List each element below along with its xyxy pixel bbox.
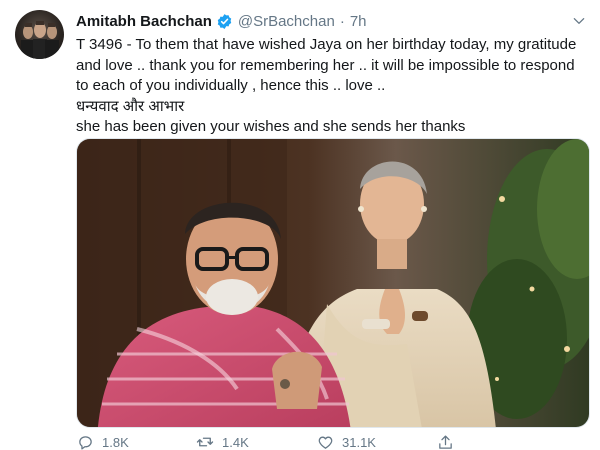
author-handle[interactable]: @SrBachchan <box>238 13 335 30</box>
tweet-actions: 1.8K 1.4K 31.1K <box>76 432 576 450</box>
retweet-button[interactable]: 1.4K <box>196 433 316 450</box>
reply-button[interactable]: 1.8K <box>76 433 196 450</box>
tweet-text-hindi: धन्यवाद और आभार <box>76 97 185 115</box>
like-count: 31.1K <box>342 434 376 450</box>
heart-icon <box>316 433 334 450</box>
tweet-card[interactable]: Amitabh Bachchan @SrBachchan · 7h T 3496… <box>0 0 600 450</box>
share-button[interactable] <box>436 433 556 450</box>
reply-count: 1.8K <box>102 434 129 450</box>
share-icon <box>436 433 454 450</box>
like-button[interactable]: 31.1K <box>316 433 436 450</box>
chevron-down-icon[interactable] <box>570 12 588 30</box>
tweet-text-line: she has been given your wishes and she s… <box>76 118 466 135</box>
reply-icon <box>76 433 94 450</box>
tweet-timestamp[interactable]: 7h <box>350 13 367 30</box>
header-separator: · <box>339 12 345 30</box>
avatar[interactable] <box>15 10 64 59</box>
verified-badge-icon <box>216 13 233 30</box>
retweet-icon <box>196 433 214 450</box>
author-name[interactable]: Amitabh Bachchan <box>76 13 212 30</box>
tweet-text-line: T 3496 - To them that have wished Jaya o… <box>76 36 577 94</box>
tweet-header: Amitabh Bachchan @SrBachchan · 7h <box>76 10 367 32</box>
retweet-count: 1.4K <box>222 434 249 450</box>
tweet-text: T 3496 - To them that have wished Jaya o… <box>76 35 588 138</box>
tweet-photo[interactable] <box>76 138 590 428</box>
